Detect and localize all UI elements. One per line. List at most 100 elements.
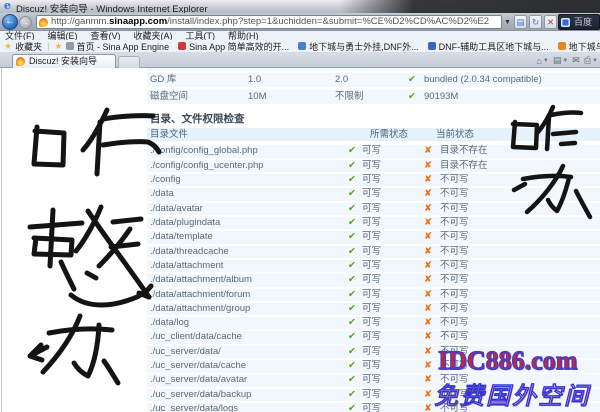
- table-cell: ✘: [424, 389, 432, 401]
- table-cell: 可写: [362, 331, 381, 343]
- table-cell: 不可写: [440, 274, 469, 286]
- table-cell: 不可写: [440, 260, 469, 272]
- table-cell: 可写: [362, 289, 381, 301]
- table-cell: 1.0: [248, 74, 261, 86]
- table-cell: ./data/threadcache: [150, 246, 229, 258]
- table-cell: ./config/config_global.php: [150, 145, 258, 157]
- table-cell: 可写: [362, 360, 381, 372]
- table-cell: ✘: [424, 145, 432, 157]
- table-cell: ✔: [348, 274, 356, 286]
- favorite-favicon-icon: [428, 42, 436, 50]
- table-cell: ./data/attachment/forum: [150, 289, 250, 301]
- table-cell: ✘: [424, 160, 432, 172]
- favorites-item-2[interactable]: 地下城与勇士外挂,DNF外...: [298, 40, 419, 53]
- table-cell: 可写: [362, 203, 381, 215]
- compatibility-view-button[interactable]: ▤: [514, 15, 527, 29]
- table-cell: ✔: [348, 217, 356, 229]
- url-input[interactable]: http://ganmm.sinaapp.com/install/index.p…: [36, 15, 502, 29]
- window-left-border: [1, 68, 2, 412]
- table-cell: ./data/attachment: [150, 260, 223, 272]
- stop-button[interactable]: ✕: [544, 15, 557, 29]
- table-cell: 所需状态: [370, 129, 408, 141]
- table-cell: 可写: [362, 145, 381, 157]
- table-cell: ✘: [424, 374, 432, 386]
- table-cell: ✘: [424, 303, 432, 315]
- browser-window: e Discuz! 安装向导 - Windows Internet Explor…: [0, 0, 600, 412]
- table-cell: ✔: [348, 346, 356, 358]
- favorite-favicon-icon: [66, 42, 74, 50]
- table-cell: 可写: [362, 303, 381, 315]
- table-cell: 可写: [362, 274, 381, 286]
- table-cell: ✘: [424, 289, 432, 301]
- table-cell: ✘: [424, 317, 432, 329]
- mail-button[interactable]: ✉: [572, 55, 580, 66]
- table-cell: ✔: [348, 246, 356, 258]
- table-cell: ./data/avatar: [150, 203, 203, 215]
- feeds-icon: ▤: [553, 55, 562, 66]
- favorites-star-icon: ★: [4, 41, 12, 52]
- table-cell: ✔: [348, 145, 356, 157]
- url-path: /install/index.php?step=1&uchidden=&subm…: [167, 16, 489, 27]
- print-button[interactable]: ⎙▼: [584, 55, 598, 66]
- table-cell: ✔: [348, 289, 356, 301]
- favorite-favicon-icon: [178, 42, 186, 50]
- favorites-item-1[interactable]: Sina App 简单高效的开...: [178, 40, 289, 53]
- watermark-slogan: 免费国外空间: [434, 376, 600, 411]
- favorites-button[interactable]: 收藏夹: [15, 40, 42, 53]
- table-cell: ✔: [348, 374, 356, 386]
- table-cell: 可写: [362, 389, 381, 401]
- table-cell: ✘: [424, 403, 432, 412]
- table-cell: ✘: [424, 246, 432, 258]
- chevron-down-icon: ▼: [543, 58, 549, 64]
- table-cell: ✔: [348, 303, 356, 315]
- table-cell: 可写: [362, 217, 381, 229]
- search-input[interactable]: 百度: [558, 14, 600, 30]
- table-cell: ./data: [150, 188, 174, 200]
- table-cell: GD 库: [150, 74, 176, 86]
- favorite-label: DNF-辅助工具区地下城与...: [439, 40, 549, 53]
- table-cell: ✘: [424, 360, 432, 372]
- table-cell: ./uc_server/data/cache: [150, 360, 246, 372]
- url-dropdown-caret-icon[interactable]: ▼: [504, 19, 511, 26]
- command-bar: ⌂▼ ▤▼ ✉ ⎙▼: [536, 54, 600, 67]
- table-cell: ✘: [424, 274, 432, 286]
- table-cell: ✔: [348, 188, 356, 200]
- table-cell: 不可写: [440, 303, 469, 315]
- back-button[interactable]: ←: [2, 14, 18, 30]
- table-row-band: [147, 90, 600, 104]
- section-title: 目录、文件权限检查: [150, 111, 245, 126]
- refresh-button[interactable]: ↻: [529, 15, 542, 29]
- feeds-button[interactable]: ▤▼: [553, 55, 568, 66]
- table-row-band: [147, 68, 600, 71]
- url-domain: sinaapp.com: [109, 16, 167, 27]
- chevron-down-icon: ▼: [562, 58, 568, 64]
- table-cell: bundled (2.0.34 compatible): [424, 74, 542, 86]
- favorites-item-4[interactable]: 地下城与勇士 - 5817-游...: [558, 40, 600, 53]
- table-cell: ✘: [424, 260, 432, 272]
- add-favorite-icon[interactable]: ★: [54, 41, 62, 52]
- table-cell: 不可写: [440, 317, 469, 329]
- favorites-bar: ★ 收藏夹 | ★ 首页 - Sina App EngineSina App 简…: [0, 40, 600, 53]
- table-cell: 可写: [362, 374, 381, 386]
- table-cell: ✘: [424, 174, 432, 186]
- table-cell: ✔: [408, 91, 416, 103]
- table-cell: ✔: [348, 389, 356, 401]
- table-cell: ./uc_server/data/logs: [150, 403, 238, 412]
- table-cell: 不可写: [440, 174, 469, 186]
- tab-discuz-install[interactable]: Discuz! 安装向导: [12, 54, 116, 68]
- table-cell: 当前状态: [436, 129, 474, 141]
- forward-button[interactable]: →: [19, 16, 32, 29]
- table-cell: 不可写: [440, 203, 469, 215]
- table-cell: ✔: [348, 160, 356, 172]
- table-cell: 可写: [362, 231, 381, 243]
- home-button[interactable]: ⌂▼: [536, 56, 548, 66]
- table-cell: ✔: [348, 174, 356, 186]
- table-cell: 不可写: [440, 246, 469, 258]
- table-cell: ✔: [348, 203, 356, 215]
- table-cell: 可写: [362, 188, 381, 200]
- new-tab-button[interactable]: [118, 56, 140, 68]
- favorites-item-3[interactable]: DNF-辅助工具区地下城与...: [428, 40, 549, 53]
- favorites-item-0[interactable]: 首页 - Sina App Engine: [66, 40, 170, 53]
- favorite-label: Sina App 简单高效的开...: [189, 40, 289, 53]
- table-cell: 不可写: [440, 289, 469, 301]
